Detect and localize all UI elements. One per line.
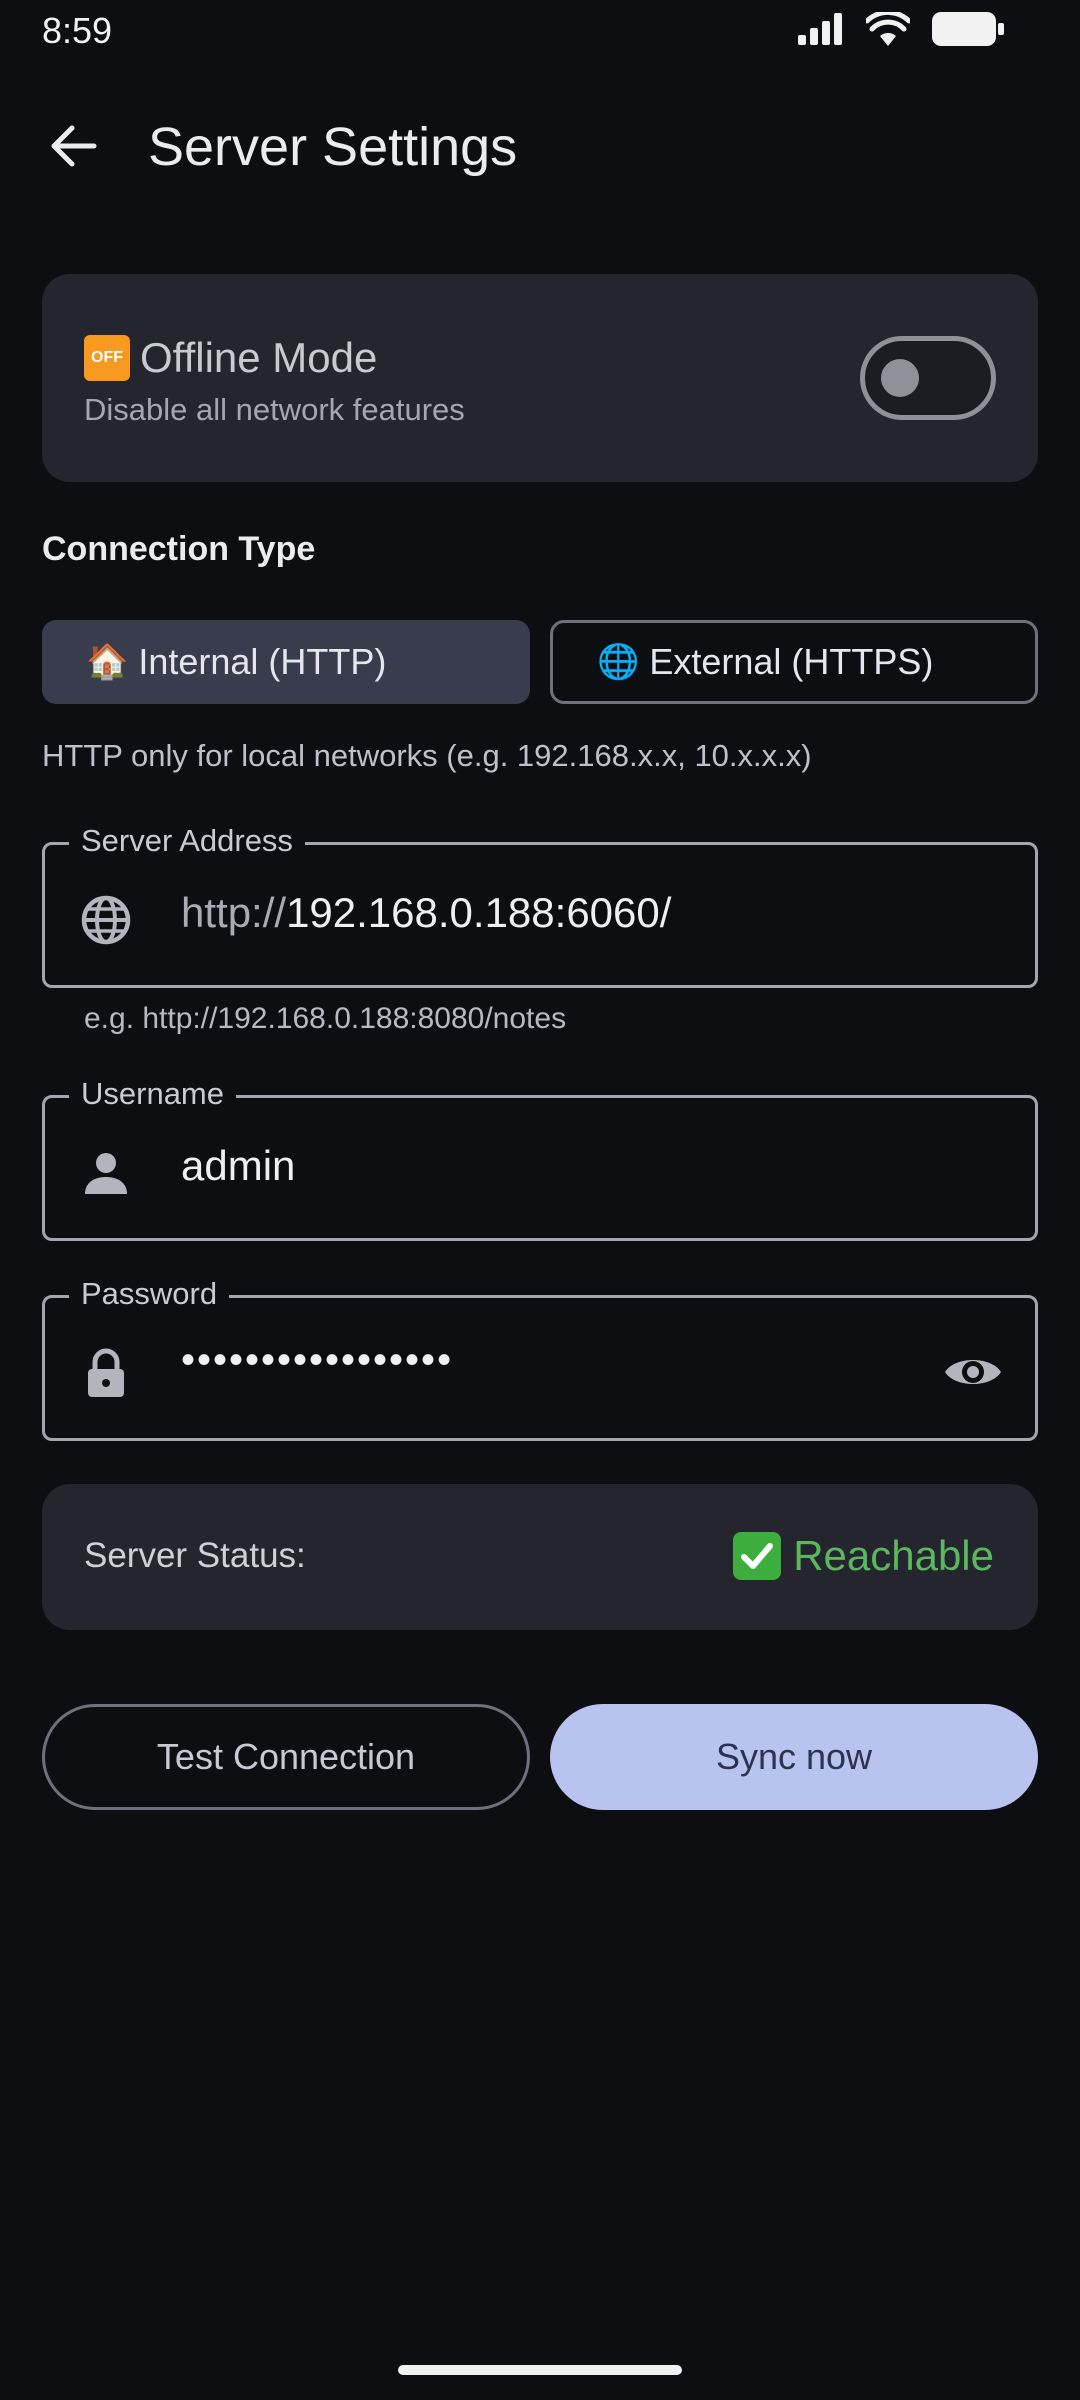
toggle-knob [881,359,919,397]
server-settings-screen: 8:59 Server Settings OFF Offline Mode Di… [0,0,1080,2400]
server-status-value: Reachable [793,1532,994,1579]
password-value[interactable]: ••••••••••••••••• [181,1338,453,1383]
password-label: Password [69,1276,230,1312]
offline-mode-title-row: OFF Offline Mode [84,334,377,382]
server-address-prefix: http:// [181,889,287,936]
offline-badge-icon: OFF [84,335,130,381]
offline-mode-subtitle: Disable all network features [84,392,465,427]
server-address-field[interactable]: Server Address http://192.168.0.188:6060… [42,823,1038,988]
battery-icon [932,12,1004,46]
wifi-icon [866,12,910,46]
server-address-text: 192.168.0.188:6060/ [286,889,672,936]
connection-hint: HTTP only for local networks (e.g. 192.1… [42,738,812,773]
username-field[interactable]: Username admin [42,1076,1038,1241]
server-address-helper: e.g. http://192.168.0.188:8080/notes [84,1002,567,1035]
back-button[interactable] [44,116,104,176]
person-icon [85,1153,127,1194]
server-address-label: Server Address [69,823,305,859]
status-icons [798,12,1004,46]
server-address-value[interactable]: http://192.168.0.188:6060/ [181,889,671,937]
username-label: Username [69,1076,236,1112]
offline-mode-title: Offline Mode [140,334,378,381]
offline-mode-card: OFF Offline Mode Disable all network fea… [42,274,1038,482]
status-time: 8:59 [42,10,113,51]
house-icon: 🏠 [86,643,129,681]
arrow-back-icon [51,125,97,167]
visibility-icon[interactable] [941,1342,1005,1402]
globe-emoji-icon: 🌐 [597,643,640,681]
external-https-button[interactable]: 🌐 External (HTTPS) [550,620,1038,704]
test-connection-button[interactable]: Test Connection [42,1704,530,1810]
internal-http-button[interactable]: 🏠 Internal (HTTP) [42,620,530,704]
external-https-label: External (HTTPS) [649,641,934,682]
sync-now-button[interactable]: Sync now [550,1704,1038,1810]
server-status-card: Server Status: Reachable [42,1484,1038,1630]
password-field[interactable]: Password ••••••••••••••••• [42,1276,1038,1441]
page-title: Server Settings [148,117,518,177]
server-status-label: Server Status: [84,1536,306,1575]
lock-icon [88,1348,124,1397]
offline-mode-toggle[interactable] [860,336,996,420]
server-status-value-wrap: Reachable [733,1532,994,1580]
username-value[interactable]: admin [181,1142,295,1190]
connection-type-label: Connection Type [42,530,316,568]
signal-icon [798,13,842,45]
internal-http-label: Internal (HTTP) [138,641,387,682]
home-indicator[interactable] [398,2365,682,2375]
check-mark-icon [733,1532,782,1580]
globe-icon [81,895,131,945]
